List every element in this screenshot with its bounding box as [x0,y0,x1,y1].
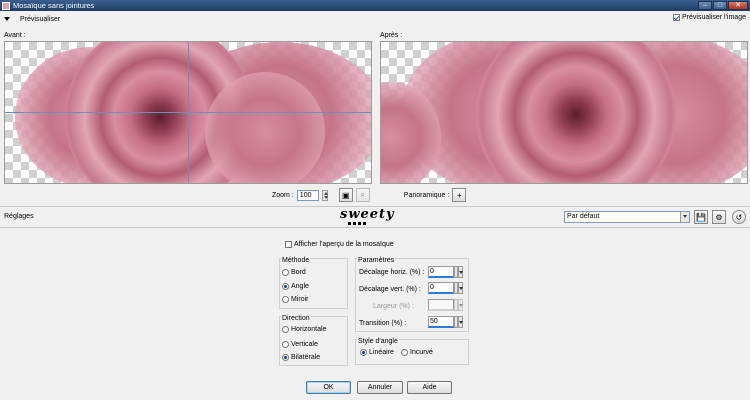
mosaic-preview-label: Afficher l'aperçu de la mosaïque [294,241,394,248]
ok-button[interactable]: OK [306,381,351,394]
radio-incurve[interactable] [401,349,408,356]
app-icon [2,1,10,10]
width-label: Largeur (%) : [373,303,414,310]
vert-offset-input[interactable]: 0 [428,282,454,294]
width-input [428,299,454,311]
horiz-offset-spinner[interactable] [454,266,463,278]
vert-offset-label: Décalage vert. (%) : [359,286,421,293]
direction-option-label: Bilatérale [291,354,321,361]
corner-option-lineaire[interactable]: Linéaire [360,349,394,356]
vert-offset-spinner[interactable] [454,282,463,294]
pan-label: Panoramique : [403,191,450,199]
preset-value: Par défaut [567,213,600,220]
method-option-label: Angle [291,283,309,290]
manage-presets-icon[interactable]: ⚙ [712,210,726,224]
zoom-tool-icon[interactable]: ⌕ [355,188,370,202]
divider [0,227,750,228]
width-spinner [454,299,463,311]
zoom-label: Zoom : [272,191,294,199]
settings-label: Réglages [4,213,34,220]
preview-toggle-bar[interactable]: Prévisualiser [0,12,750,26]
method-option-label: Bord [291,269,306,276]
close-button[interactable]: ✕ [728,1,748,10]
window-controls: – □ ✕ [698,1,748,10]
settings-bar: Réglages sweety Par défaut 💾 ⚙ ↺ [0,207,750,227]
direction-option-horizontale[interactable]: Horizontale [282,326,326,333]
reset-icon[interactable]: ↺ [732,210,746,224]
preview-image-label: Prévisualiser l'image [682,14,746,21]
radio-bilaterale[interactable] [282,354,289,361]
zoom-bar: Zoom : 100 ▣ ⌕ Panoramique : + [272,188,467,202]
preset-dropdown[interactable]: Par défaut [564,211,690,223]
transition-label: Transition (%) : [359,320,407,327]
radio-angle[interactable] [282,283,289,290]
window-title: Mosaïque sans jointures [13,1,95,10]
zoom-spinner[interactable] [321,189,328,201]
corner-style-group: Style d'angle Linéaire Incurvé [355,338,469,365]
direction-group: Direction Horizontale Verticale Bilatéra… [279,315,348,366]
transition-input[interactable]: 50 [428,316,454,328]
method-option-angle[interactable]: Angle [282,283,309,290]
radio-bord[interactable] [282,269,289,276]
preview-image-check[interactable] [673,14,681,21]
parameters-title: Paramètres [357,257,396,264]
sweety-logo: sweety [340,207,395,222]
chevron-down-icon[interactable] [680,212,689,222]
direction-option-bilaterale[interactable]: Bilatérale [282,354,320,361]
radio-horizontale[interactable] [282,326,289,333]
direction-option-label: Horizontale [291,326,327,333]
logo-dots [348,222,366,225]
minimize-button[interactable]: – [698,1,712,10]
cancel-button[interactable]: Annuler [357,381,403,394]
radio-verticale[interactable] [282,341,289,348]
title-bar: Mosaïque sans jointures – □ ✕ [0,0,750,11]
method-option-bord[interactable]: Bord [282,269,306,276]
horiz-offset-input[interactable]: 0 [428,266,454,278]
parameters-group: Paramètres Décalage horiz. (%) : 0 Décal… [355,257,469,332]
preview-toggle-label: Prévisualiser [20,15,61,23]
pan-button[interactable]: + [452,188,467,202]
fit-window-icon[interactable]: ▣ [338,188,353,202]
method-title: Méthode [281,257,311,264]
vertical-guide [188,42,189,183]
preview-image-checkbox[interactable]: Prévisualiser l'image [673,14,746,21]
corner-style-title: Style d'angle [357,338,399,345]
mosaic-preview-check[interactable] [285,241,292,248]
help-button[interactable]: Aide [407,381,452,394]
after-preview [380,41,748,184]
corner-option-label: Linéaire [369,349,394,356]
corner-option-label: Incurvé [410,349,433,356]
before-label: Avant : [4,32,26,39]
save-preset-icon[interactable]: 💾 [694,210,708,224]
maximize-button[interactable]: □ [713,1,727,10]
collapse-triangle-icon[interactable] [4,17,10,21]
radio-miroir[interactable] [282,296,289,303]
direction-option-label: Verticale [291,341,318,348]
corner-option-incurve[interactable]: Incurvé [401,349,433,356]
before-preview[interactable] [4,41,372,184]
mosaic-preview-checkbox[interactable]: Afficher l'aperçu de la mosaïque [285,241,394,248]
after-label: Après : [380,32,403,39]
method-group: Méthode Bord Angle Miroir [279,257,348,309]
radio-lineaire[interactable] [360,349,367,356]
direction-option-verticale[interactable]: Verticale [282,341,318,348]
zoom-input[interactable]: 100 [296,189,319,201]
direction-title: Direction [281,315,311,322]
transition-spinner[interactable] [454,316,463,328]
method-option-label: Miroir [291,296,309,303]
method-option-miroir[interactable]: Miroir [282,296,309,303]
horiz-offset-label: Décalage horiz. (%) : [359,269,425,276]
